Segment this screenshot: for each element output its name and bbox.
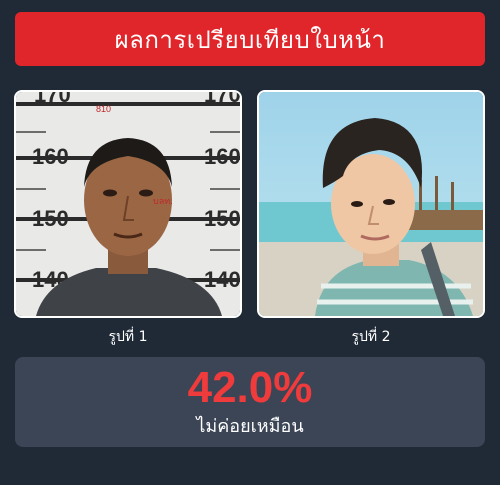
height-mark: 160 xyxy=(32,144,69,169)
mugshot-image: 170 170 160 160 150 150 140 140 810 บลท. xyxy=(16,92,240,316)
height-mark: 160 xyxy=(204,144,240,169)
height-mark: 170 xyxy=(34,92,71,107)
title-banner: ผลการเปรียบเทียบใบหน้า xyxy=(15,12,485,66)
face-photo-1[interactable]: 170 170 160 160 150 150 140 140 810 บลท. xyxy=(14,90,242,318)
similarity-verdict: ไม่ค่อยเหมือน xyxy=(196,415,304,437)
face-photo-2[interactable] xyxy=(257,90,485,318)
height-mark: 170 xyxy=(204,92,240,107)
similarity-result-panel: 42.0% ไม่ค่อยเหมือน xyxy=(15,357,485,447)
overlay-number: 810 xyxy=(96,104,111,114)
similarity-score: 42.0% xyxy=(187,362,313,412)
photo-2-caption: รูปที่ 2 xyxy=(351,329,391,345)
height-mark: 150 xyxy=(204,206,240,231)
photo-1-caption: รูปที่ 1 xyxy=(108,329,148,345)
selfie-image xyxy=(259,92,483,316)
height-mark: 150 xyxy=(32,206,69,231)
page-title: ผลการเปรียบเทียบใบหน้า xyxy=(114,25,386,54)
overlay-tag: บลท. xyxy=(153,197,173,207)
height-mark: 140 xyxy=(204,267,240,292)
